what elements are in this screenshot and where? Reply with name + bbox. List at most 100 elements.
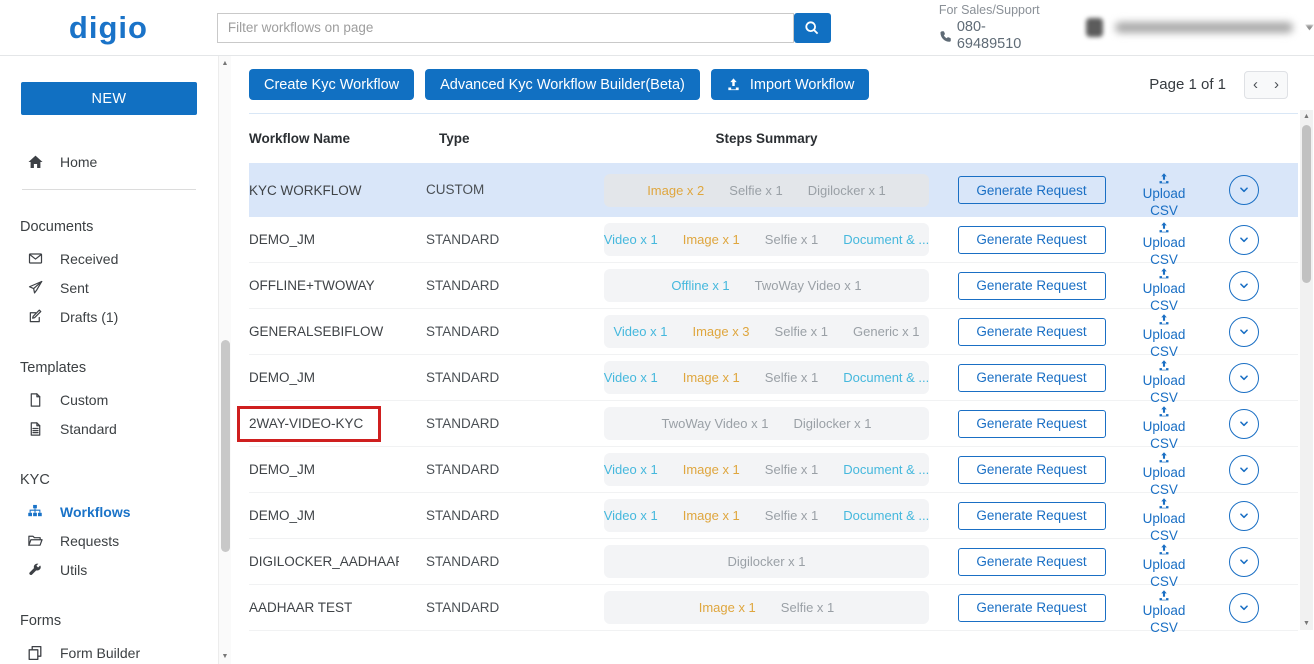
sidebar-item-sent[interactable]: Sent xyxy=(0,273,218,302)
sidebar-item-standard[interactable]: Standard xyxy=(0,414,218,443)
workflow-name: KYC WORKFLOW xyxy=(249,183,399,198)
search-group xyxy=(217,13,831,43)
upload-csv-link[interactable]: Upload CSV xyxy=(1143,169,1186,222)
steps-summary: Digilocker x 1 xyxy=(604,545,929,578)
table-row[interactable]: DEMO_JM STANDARD Video x 1Image x 1Selfi… xyxy=(249,355,1298,401)
steps-summary: Video x 1Image x 1Selfie x 1Document & .… xyxy=(604,223,929,256)
workflow-name: DEMO_JM xyxy=(249,462,399,477)
main-scrollbar[interactable]: ▲ ▼ xyxy=(1300,110,1313,630)
workflow-name: GENERALSEBIFLOW xyxy=(249,324,399,339)
scroll-up-icon[interactable]: ▲ xyxy=(219,60,231,67)
table-row[interactable]: OFFLINE+TWOWAY STANDARD Offline x 1TwoWa… xyxy=(249,263,1298,309)
sidebar-section-templates: Templates xyxy=(20,360,218,376)
sidebar-item-label: Home xyxy=(60,154,97,170)
workflow-name: 2WAY-VIDEO-KYC xyxy=(249,416,363,431)
chevron-down-icon xyxy=(1237,233,1251,247)
row-expand-button[interactable] xyxy=(1229,409,1259,439)
step-chip: Selfie x 1 xyxy=(765,370,818,385)
upload-icon xyxy=(1157,589,1171,602)
scroll-down-icon[interactable]: ▼ xyxy=(1300,620,1313,627)
upload-icon xyxy=(1157,451,1171,464)
search-button[interactable] xyxy=(794,13,831,43)
digio-logo[interactable]: digio xyxy=(69,10,148,45)
user-menu[interactable] xyxy=(1086,18,1314,37)
generate-request-button[interactable]: Generate Request xyxy=(958,318,1106,346)
workflow-name: DIGILOCKER_AADHAAR xyxy=(249,554,399,569)
table-row[interactable]: DIGILOCKER_AADHAAR STANDARD Digilocker x… xyxy=(249,539,1298,585)
advanced-kyc-workflow-builder-button[interactable]: Advanced Kyc Workflow Builder(Beta) xyxy=(425,69,700,100)
generate-request-button[interactable]: Generate Request xyxy=(958,594,1106,622)
generate-request-button[interactable]: Generate Request xyxy=(958,548,1106,576)
sidebar-item-workflows[interactable]: Workflows xyxy=(0,497,218,526)
sidebar-section-kyc: KYC xyxy=(20,472,218,488)
sidebar-item-custom[interactable]: Custom xyxy=(0,385,218,414)
row-expand-button[interactable] xyxy=(1229,175,1259,205)
row-expand-button[interactable] xyxy=(1229,363,1259,393)
step-chip: Generic x 1 xyxy=(853,324,919,339)
chevron-down-icon xyxy=(1237,555,1251,569)
sidebar-item-utils[interactable]: Utils xyxy=(0,555,218,584)
sidebar-item-form-builder[interactable]: Form Builder xyxy=(0,638,218,664)
step-chip: Image x 2 xyxy=(647,183,704,198)
sidebar-item-label: Sent xyxy=(60,280,89,296)
workflow-name: DEMO_JM xyxy=(249,370,399,385)
sidebar-item-received[interactable]: Received xyxy=(0,244,218,273)
sidebar-item-requests[interactable]: Requests xyxy=(0,526,218,555)
create-kyc-workflow-button[interactable]: Create Kyc Workflow xyxy=(249,69,414,100)
table-header: Workflow Name Type Steps Summary xyxy=(249,114,1298,163)
search-icon xyxy=(804,20,820,36)
row-expand-button[interactable] xyxy=(1229,225,1259,255)
table-row[interactable]: KYC WORKFLOW CUSTOM Image x 2Selfie x 1D… xyxy=(249,163,1298,217)
annotation-red-box: 2WAY-VIDEO-KYC xyxy=(237,406,381,442)
generate-request-button[interactable]: Generate Request xyxy=(958,502,1106,530)
scroll-down-icon[interactable]: ▼ xyxy=(219,653,231,660)
user-email-blurred xyxy=(1115,22,1293,33)
chevron-down-icon xyxy=(1237,325,1251,339)
sidebar-item-home[interactable]: Home xyxy=(0,147,218,176)
new-button[interactable]: NEW xyxy=(21,82,197,115)
chevron-down-icon xyxy=(1237,371,1251,385)
import-workflow-button[interactable]: Import Workflow xyxy=(711,69,869,100)
row-expand-button[interactable] xyxy=(1229,271,1259,301)
generate-request-button[interactable]: Generate Request xyxy=(958,410,1106,438)
generate-request-button[interactable]: Generate Request xyxy=(958,176,1106,204)
generate-request-button[interactable]: Generate Request xyxy=(958,364,1106,392)
table-row[interactable]: AADHAAR TEST STANDARD Image x 1Selfie x … xyxy=(249,585,1298,631)
table-row[interactable]: GENERALSEBIFLOW STANDARD Video x 1Image … xyxy=(249,309,1298,355)
table-row[interactable]: DEMO_JM STANDARD Video x 1Image x 1Selfi… xyxy=(249,217,1298,263)
step-chip: Video x 1 xyxy=(613,324,667,339)
sidebar-scroll-thumb[interactable] xyxy=(221,340,230,552)
sidebar-scrollbar[interactable]: ▲ ▼ xyxy=(218,56,231,664)
step-chip: TwoWay Video x 1 xyxy=(755,278,862,293)
row-expand-button[interactable] xyxy=(1229,317,1259,347)
search-input[interactable] xyxy=(217,13,794,43)
row-expand-button[interactable] xyxy=(1229,455,1259,485)
table-body: KYC WORKFLOW CUSTOM Image x 2Selfie x 1D… xyxy=(249,163,1298,631)
step-chip: Image x 3 xyxy=(692,324,749,339)
home-icon xyxy=(26,154,44,170)
generate-request-button[interactable]: Generate Request xyxy=(958,226,1106,254)
generate-request-button[interactable]: Generate Request xyxy=(958,456,1106,484)
upload-icon xyxy=(1157,497,1171,510)
workflow-type: STANDARD xyxy=(426,278,499,293)
logo-wrap: digio xyxy=(0,10,217,46)
prev-page-button[interactable]: ‹ xyxy=(1245,72,1266,98)
chevron-down-icon xyxy=(1237,509,1251,523)
table-row[interactable]: DEMO_JM STANDARD Video x 1Image x 1Selfi… xyxy=(249,493,1298,539)
workflow-name: DEMO_JM xyxy=(249,232,399,247)
upload-csv-link[interactable]: Upload CSV xyxy=(1143,586,1186,639)
sidebar-item-label: Drafts (1) xyxy=(60,309,118,325)
row-expand-button[interactable] xyxy=(1229,547,1259,577)
sidebar-item-drafts-1-[interactable]: Drafts (1) xyxy=(0,302,218,331)
row-expand-button[interactable] xyxy=(1229,501,1259,531)
support-block: For Sales/Support 080-69489510 xyxy=(939,2,1044,53)
table-row[interactable]: 2WAY-VIDEO-KYC STANDARD TwoWay Video x 1… xyxy=(249,401,1298,447)
row-expand-button[interactable] xyxy=(1229,593,1259,623)
scroll-up-icon[interactable]: ▲ xyxy=(1300,113,1313,120)
generate-request-button[interactable]: Generate Request xyxy=(958,272,1106,300)
table-row[interactable]: DEMO_JM STANDARD Video x 1Image x 1Selfi… xyxy=(249,447,1298,493)
next-page-button[interactable]: › xyxy=(1266,72,1287,98)
workflow-type: CUSTOM xyxy=(426,182,484,197)
main-scroll-thumb[interactable] xyxy=(1302,125,1311,283)
step-chip: Digilocker x 1 xyxy=(808,183,886,198)
